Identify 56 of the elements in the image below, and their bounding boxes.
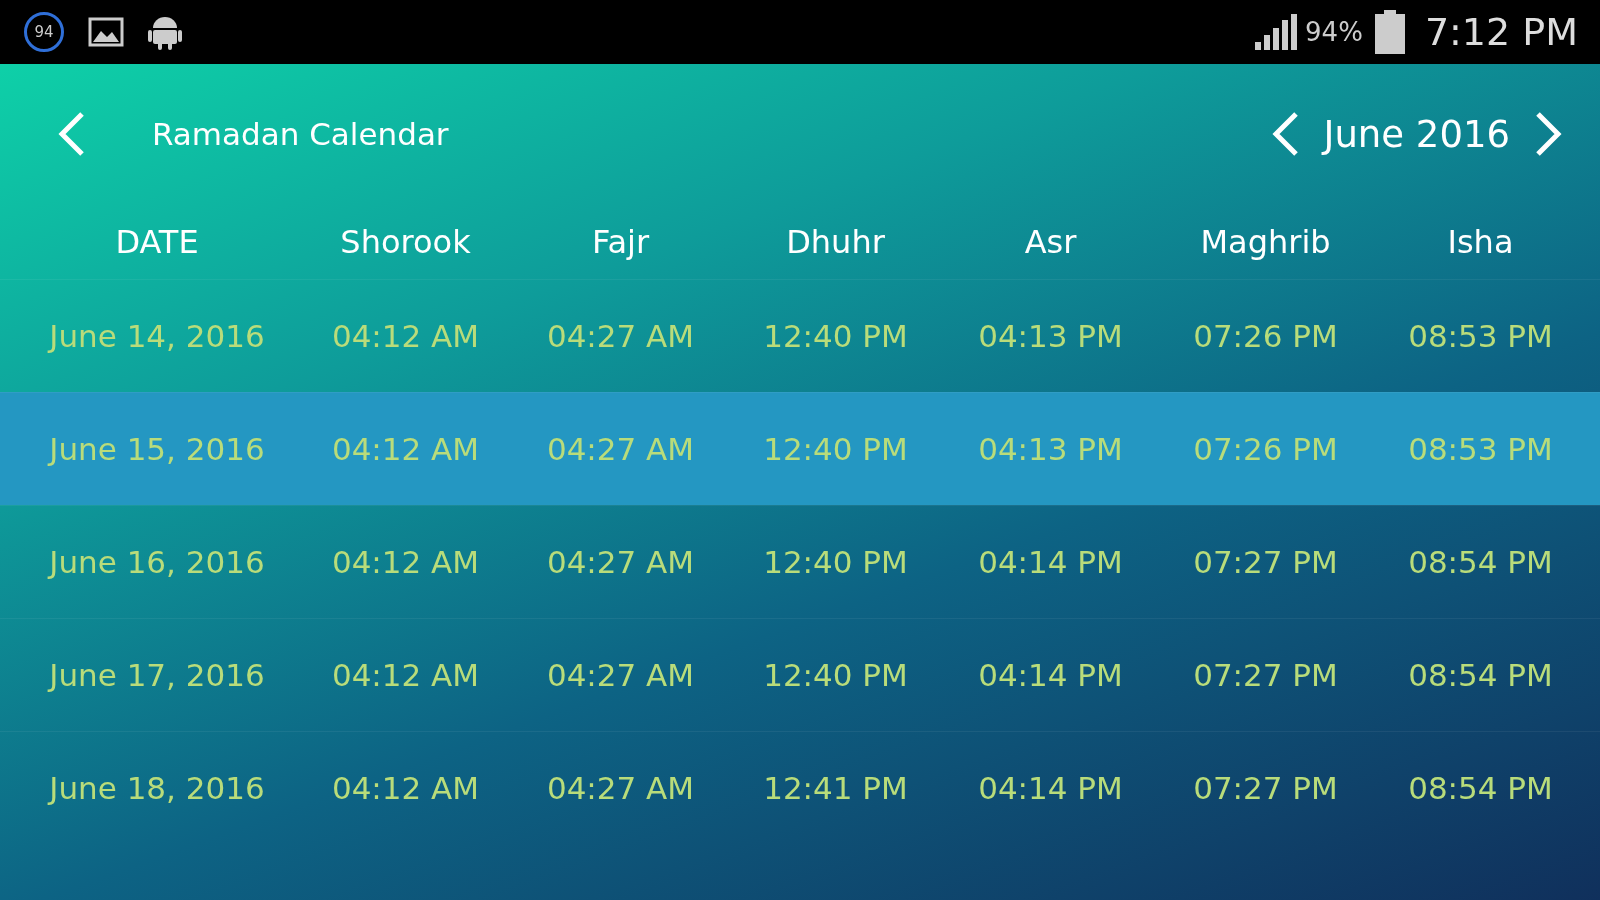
table-cell-text: 04:14 PM	[977, 657, 1124, 693]
image-icon	[88, 17, 124, 47]
android-icon	[148, 14, 182, 50]
table-cell-text: 08:53 PM	[1407, 318, 1554, 354]
table-cell-text: 04:27 AM	[545, 318, 696, 354]
table-cell-text: 08:54 PM	[1407, 770, 1554, 806]
table-cell-text: June 14, 2016	[46, 318, 266, 354]
battery-percent: 94%	[1305, 17, 1363, 47]
column-header: Fajr	[590, 222, 651, 261]
table-cell-text: 04:14 PM	[977, 770, 1124, 806]
table-cell-text: June 16, 2016	[46, 544, 266, 580]
table-cell-text: 08:53 PM	[1407, 431, 1554, 467]
table-cell-text: June 17, 2016	[46, 657, 266, 693]
screen-title: Ramadan Calendar	[152, 116, 449, 152]
table-cell-text: 04:12 AM	[330, 318, 481, 354]
column-header: Shorook	[339, 222, 472, 261]
table-cell-text: 12:41 PM	[762, 770, 909, 806]
table-row[interactable]: June 18, 2016 04:12 AM 04:27 AM 12:41 PM 04:14 PM 07:27 PM 08:54 PM	[0, 731, 1600, 844]
table-cell-text: 04:13 PM	[977, 431, 1124, 467]
next-month-icon[interactable]	[1534, 110, 1564, 158]
column-header: Isha	[1446, 222, 1515, 261]
table-cell-text: 07:27 PM	[1192, 657, 1339, 693]
table-cell-text: 04:14 PM	[977, 544, 1124, 580]
table-cell-text: June 15, 2016	[46, 431, 266, 467]
notification-badge: 94	[24, 12, 64, 52]
signal-icon	[1255, 14, 1300, 50]
table-cell-text: 04:27 AM	[545, 544, 696, 580]
table-cell-text: 07:27 PM	[1192, 544, 1339, 580]
table-cell-text: 12:40 PM	[762, 657, 909, 693]
table-cell-text: 07:26 PM	[1192, 318, 1339, 354]
table-cell-text: 04:27 AM	[545, 770, 696, 806]
column-header: Maghrib	[1199, 222, 1332, 261]
battery-icon	[1374, 10, 1405, 54]
table-cell-text: 04:12 AM	[330, 770, 481, 806]
table-cell-text: 12:40 PM	[762, 544, 909, 580]
month-label: June 2016	[1323, 112, 1510, 156]
table-cell-text: 04:27 AM	[545, 657, 696, 693]
table-cell-text: 04:12 AM	[330, 657, 481, 693]
table-cell-text: June 18, 2016	[46, 770, 266, 806]
table-row[interactable]: June 17, 2016 04:12 AM 04:27 AM 12:40 PM 04:14 PM 07:27 PM 08:54 PM	[0, 618, 1600, 731]
table-cell-text: 07:27 PM	[1192, 770, 1339, 806]
table-row[interactable]: June 16, 2016 04:12 AM 04:27 AM 12:40 PM 04:14 PM 07:27 PM 08:54 PM	[0, 505, 1600, 618]
table-cell-text: 07:26 PM	[1192, 431, 1339, 467]
column-header: DATE	[114, 222, 200, 261]
table-cell-text: 04:12 AM	[330, 431, 481, 467]
clock: 7:12 PM	[1424, 10, 1578, 54]
table-cell-text: 08:54 PM	[1407, 544, 1554, 580]
table-cell-text: 04:27 AM	[545, 431, 696, 467]
table-cell-text: 12:40 PM	[762, 431, 909, 467]
column-header: Asr	[1023, 222, 1078, 261]
column-header: Dhuhr	[785, 222, 886, 261]
table-cell-text: 04:13 PM	[977, 318, 1124, 354]
table-cell-text: 12:40 PM	[762, 318, 909, 354]
back-icon[interactable]	[56, 110, 86, 158]
table-cell-text: 08:54 PM	[1407, 657, 1554, 693]
table-cell-text: 04:12 AM	[330, 544, 481, 580]
